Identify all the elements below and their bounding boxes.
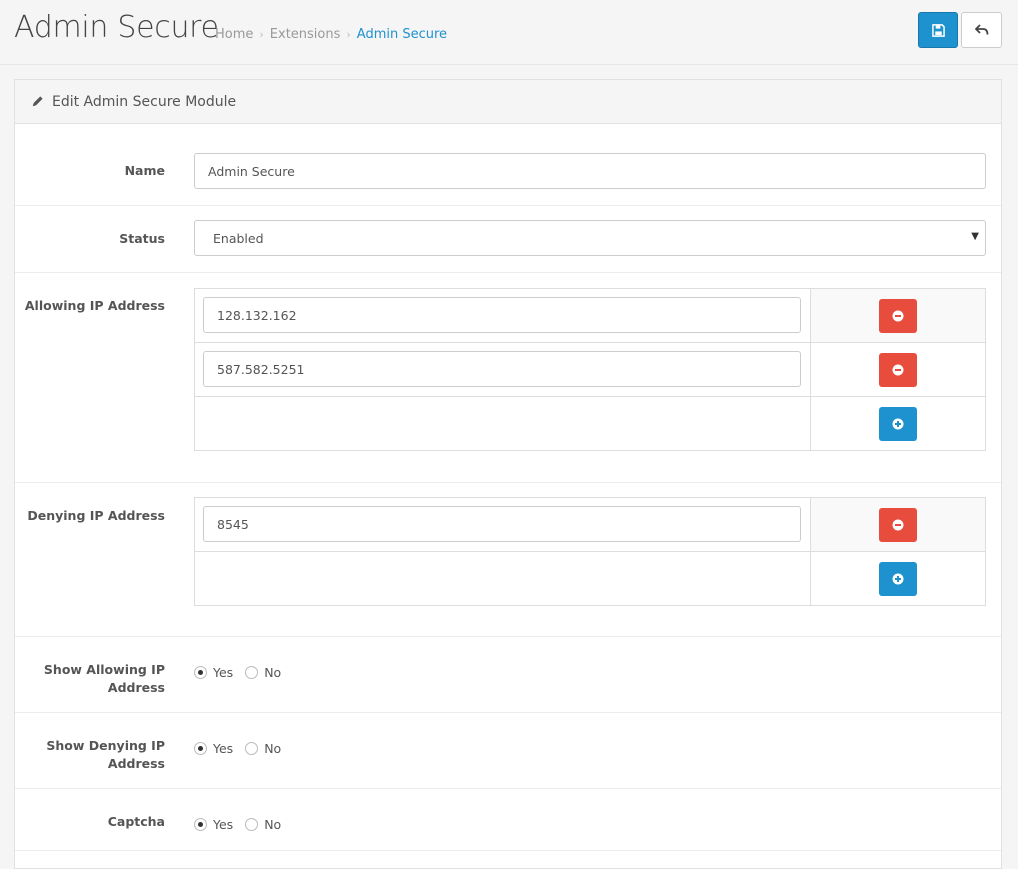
allowing-ip-label: Allowing IP Address bbox=[24, 298, 165, 313]
save-button[interactable] bbox=[918, 12, 958, 48]
plus-circle-icon bbox=[892, 418, 904, 429]
breadcrumb-separator: › bbox=[259, 28, 264, 41]
breadcrumb-admin-secure[interactable]: Admin Secure bbox=[357, 27, 447, 42]
allowing-ip-input-1[interactable]: 128.132.162 bbox=[203, 297, 801, 333]
show-denying-ip-row: Show Denying IP Address Yes No bbox=[15, 713, 1001, 789]
table-row: 128.132.162 bbox=[195, 289, 985, 343]
caret-down-icon: ▼ bbox=[971, 231, 979, 242]
table-row: 8545 bbox=[195, 498, 985, 552]
radio-unchecked-icon[interactable] bbox=[245, 742, 259, 755]
show-allowing-ip-yes[interactable]: Yes bbox=[194, 665, 233, 680]
plus-circle-icon bbox=[892, 573, 904, 584]
show-allowing-ip-radios: Yes No bbox=[194, 665, 293, 680]
add-denying-ip-button[interactable] bbox=[879, 561, 917, 596]
back-button[interactable] bbox=[961, 12, 1002, 48]
allowing-ip-input-2[interactable]: 587.582.5251 bbox=[203, 351, 801, 387]
denying-ip-table: 8545 bbox=[194, 497, 986, 606]
minus-circle-icon bbox=[892, 364, 904, 375]
page-header: Admin Secure Home › Extensions › Admin S… bbox=[0, 0, 1018, 65]
breadcrumb-home[interactable]: Home bbox=[215, 27, 253, 42]
add-allowing-ip-button[interactable] bbox=[879, 406, 917, 441]
remove-allowing-ip-button[interactable] bbox=[879, 298, 917, 333]
breadcrumb-separator: › bbox=[346, 28, 351, 41]
captcha-yes[interactable]: Yes bbox=[194, 817, 233, 832]
captcha-label: Captcha bbox=[107, 814, 165, 829]
name-row: Name Admin Secure bbox=[15, 124, 1001, 206]
remove-allowing-ip-button[interactable] bbox=[879, 352, 917, 387]
allowing-ip-table: 128.132.162 587.582.5251 bbox=[194, 288, 986, 451]
radio-unchecked-icon[interactable] bbox=[245, 666, 259, 679]
captcha-no[interactable]: No bbox=[245, 817, 281, 832]
breadcrumb-extensions[interactable]: Extensions bbox=[270, 27, 341, 42]
name-label: Name bbox=[124, 163, 165, 178]
radio-checked-icon[interactable] bbox=[194, 666, 207, 679]
minus-circle-icon bbox=[892, 519, 904, 530]
pencil-icon bbox=[32, 96, 43, 107]
reply-icon bbox=[974, 24, 988, 35]
status-selected-value: Enabled bbox=[213, 230, 264, 246]
show-denying-ip-yes[interactable]: Yes bbox=[194, 741, 233, 756]
remove-denying-ip-button[interactable] bbox=[879, 507, 917, 542]
panel-heading-text: Edit Admin Secure Module bbox=[52, 93, 237, 110]
captcha-radios: Yes No bbox=[194, 817, 293, 832]
show-denying-ip-label: Show Denying IP Address bbox=[46, 738, 165, 771]
show-allowing-ip-row: Show Allowing IP Address Yes No bbox=[15, 637, 1001, 713]
name-input[interactable]: Admin Secure bbox=[194, 153, 986, 189]
radio-checked-icon[interactable] bbox=[194, 818, 207, 831]
status-select[interactable]: Enabled ▼ bbox=[194, 220, 986, 256]
table-row: 587.582.5251 bbox=[195, 343, 985, 397]
show-denying-ip-no[interactable]: No bbox=[245, 741, 281, 756]
edit-panel: Edit Admin Secure Module Name Admin Secu… bbox=[14, 79, 1002, 869]
allowing-ip-row: Allowing IP Address 128.132.162 587.582.… bbox=[15, 273, 1001, 483]
save-icon bbox=[931, 23, 945, 37]
table-row bbox=[195, 552, 985, 605]
minus-circle-icon bbox=[892, 310, 904, 321]
radio-checked-icon[interactable] bbox=[194, 742, 207, 755]
denying-ip-input-1[interactable]: 8545 bbox=[203, 506, 801, 542]
show-allowing-ip-no[interactable]: No bbox=[245, 665, 281, 680]
page-title: Admin Secure bbox=[14, 10, 219, 45]
denying-ip-label: Denying IP Address bbox=[27, 508, 165, 523]
panel-heading: Edit Admin Secure Module bbox=[15, 80, 1001, 124]
denying-ip-row: Denying IP Address 8545 bbox=[15, 483, 1001, 637]
show-allowing-ip-label: Show Allowing IP Address bbox=[43, 662, 165, 695]
breadcrumb: Home › Extensions › Admin Secure bbox=[215, 27, 447, 42]
captcha-row: Captcha Yes No bbox=[15, 789, 1001, 851]
show-denying-ip-radios: Yes No bbox=[194, 741, 293, 756]
radio-unchecked-icon[interactable] bbox=[245, 818, 259, 831]
table-row bbox=[195, 397, 985, 450]
status-label: Status bbox=[119, 231, 165, 246]
status-row: Status Enabled ▼ bbox=[15, 206, 1001, 273]
